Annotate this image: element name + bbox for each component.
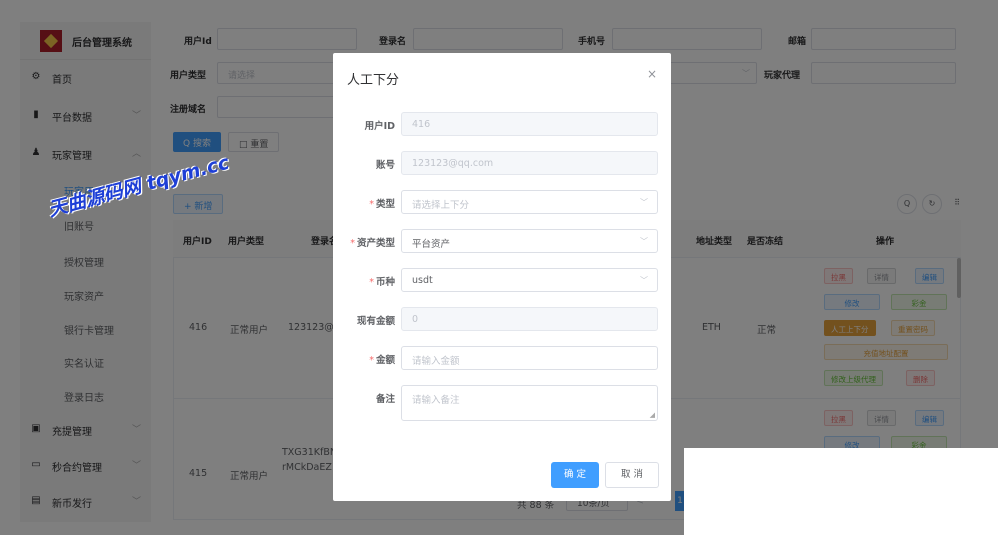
user-id-value: 416 bbox=[412, 119, 431, 130]
confirm-button[interactable]: 确 定 bbox=[551, 462, 599, 488]
amount-placeholder: 请输入金额 bbox=[412, 356, 460, 367]
label-amount: * 金额 bbox=[369, 355, 395, 366]
asset-type-value: 平台资产 bbox=[412, 239, 451, 250]
remark-placeholder: 请输入备注 bbox=[412, 395, 460, 406]
label-remark: 备注 bbox=[375, 394, 395, 405]
label-coin: * 币种 bbox=[369, 277, 395, 288]
amount-input[interactable]: 请输入金额 bbox=[401, 346, 658, 370]
coin-select[interactable]: usdt ﹀ bbox=[401, 268, 658, 292]
chevron-down-icon: ﹀ bbox=[640, 237, 648, 246]
cancel-button[interactable]: 取 消 bbox=[605, 462, 659, 488]
label-account: 账号 bbox=[375, 160, 395, 171]
type-placeholder: 请选择上下分 bbox=[412, 200, 470, 211]
asset-type-select[interactable]: 平台资产 ﹀ bbox=[401, 229, 658, 253]
coin-value: usdt bbox=[412, 275, 433, 286]
label-asset-type: * 资产类型 bbox=[350, 238, 395, 249]
dialog-title: 人工下分 bbox=[347, 73, 400, 88]
balance-field: 0 bbox=[401, 307, 658, 331]
label-balance: 现有金额 bbox=[356, 316, 395, 327]
user-id-field: 416 bbox=[401, 112, 658, 136]
label-type: * 类型 bbox=[369, 199, 395, 210]
balance-value: 0 bbox=[412, 314, 419, 325]
account-value: 123123@qq.com bbox=[412, 158, 494, 169]
close-icon[interactable]: × bbox=[647, 67, 657, 81]
remark-textarea[interactable]: 请输入备注 ◢ bbox=[401, 385, 658, 421]
manual-points-dialog: 人工下分 × 用户ID 416 账号 123123@qq.com * 类型 请选择… bbox=[333, 53, 671, 501]
resize-handle-icon[interactable]: ◢ bbox=[650, 411, 655, 419]
chevron-down-icon: ﹀ bbox=[640, 198, 648, 207]
label-user-id: 用户ID bbox=[364, 121, 395, 132]
chevron-down-icon: ﹀ bbox=[640, 276, 648, 285]
account-field: 123123@qq.com bbox=[401, 151, 658, 175]
type-select[interactable]: 请选择上下分 ﹀ bbox=[401, 190, 658, 214]
blank-area bbox=[684, 448, 998, 535]
